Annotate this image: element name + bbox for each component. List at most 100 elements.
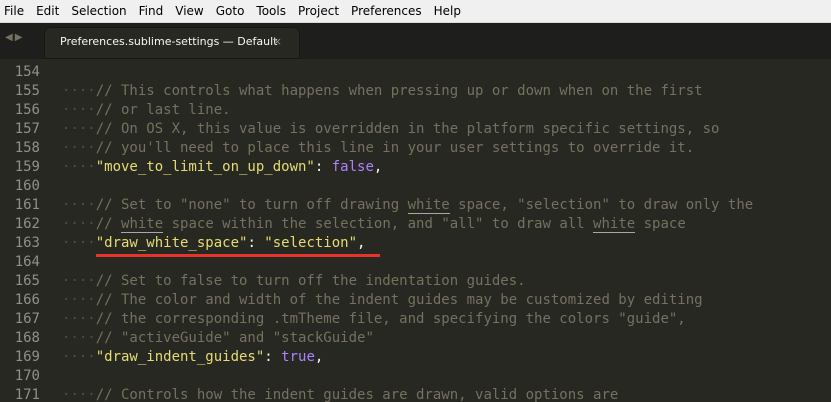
line-number: 154 <box>14 64 40 80</box>
menu-tools[interactable]: Tools <box>250 0 292 22</box>
menu-selection[interactable]: Selection <box>65 0 132 22</box>
line-content: ····// you'll need to place this line in… <box>62 139 694 158</box>
comment-text: space within the selection, and "all" to… <box>163 216 594 232</box>
comment-text: space, "selection" to draw only the <box>449 197 754 213</box>
tab-nav-arrows[interactable]: ◀▶ <box>5 32 24 43</box>
code-line[interactable]: 168 ····// "activeGuide" and "stackGuide" <box>0 329 831 348</box>
punctuation: : <box>314 159 332 175</box>
line-content: ····// Set to "none" to turn off drawing… <box>62 196 753 215</box>
code-line[interactable]: 169 ····"draw_indent_guides": true, <box>0 348 831 367</box>
boolean-literal: false <box>331 159 374 175</box>
line-number: 163 <box>14 235 40 251</box>
code-line[interactable]: 164 <box>0 253 831 272</box>
tab-bar: ◀▶ Preferences.sublime-settings — Defaul… <box>0 23 831 59</box>
line-number: 168 <box>14 330 40 346</box>
line-content: ····"move_to_limit_on_up_down": false, <box>62 158 382 177</box>
code-line[interactable]: 171 ····// Controls how the indent guides… <box>0 386 831 402</box>
indent-dots: ···· <box>62 349 96 365</box>
comment-text: // The color and width of the indent gui… <box>95 292 703 308</box>
menu-preferences[interactable]: Preferences <box>345 0 428 22</box>
string-literal: "draw_indent_guides" <box>95 349 265 365</box>
code-line[interactable]: 165 ····// Set to false to turn off the i… <box>0 272 831 291</box>
line-content: ····// or last line. <box>62 101 231 120</box>
line-number: 169 <box>14 349 40 365</box>
code-line[interactable]: 166 ····// The color and width of the ind… <box>0 291 831 310</box>
menu-edit[interactable]: Edit <box>30 0 65 22</box>
punctuation: , <box>314 349 324 365</box>
indent-dots: ···· <box>62 235 96 251</box>
indent-dots: ···· <box>62 273 96 289</box>
menu-view[interactable]: View <box>169 0 209 22</box>
comment-text: // Set to false to turn off the indentat… <box>95 273 526 289</box>
code-line[interactable]: 158 ····// you'll need to place this line… <box>0 139 831 158</box>
indent-dots: ···· <box>62 121 96 137</box>
menu-bar: File Edit Selection Find View Goto Tools Projec… <box>0 0 831 23</box>
comment-text: // or last line. <box>95 102 231 118</box>
line-number: 171 <box>14 387 40 402</box>
line-number: 155 <box>14 83 40 99</box>
code-line[interactable]: 161 ····// Set to "none" to turn off draw… <box>0 196 831 215</box>
indent-dots: ···· <box>62 102 96 118</box>
forward-arrow-icon[interactable]: ▶ <box>15 32 25 43</box>
back-arrow-icon[interactable]: ◀ <box>5 32 15 43</box>
comment-highlighted-word: white <box>407 197 450 214</box>
line-number: 157 <box>14 121 40 137</box>
menu-help[interactable]: Help <box>428 0 467 22</box>
indent-dots: ···· <box>62 83 96 99</box>
line-content: ····// white space within the selection,… <box>62 215 686 234</box>
comment-highlighted-word: white <box>121 216 164 233</box>
code-line[interactable]: 160 <box>0 177 831 196</box>
code-line[interactable]: 162 ····// white space within the selecti… <box>0 215 831 234</box>
line-content: ····// Set to false to turn off the inde… <box>62 272 526 291</box>
comment-text: // Set to "none" to turn off drawing <box>95 197 408 213</box>
punctuation: : <box>264 349 282 365</box>
line-number: 165 <box>14 273 40 289</box>
comment-text: // "activeGuide" and "stackGuide" <box>95 330 374 346</box>
line-number: 166 <box>14 292 40 308</box>
comment-text: // <box>95 216 122 232</box>
line-content: ····"draw_white_space": "selection", <box>62 234 365 253</box>
tab-preferences-default[interactable]: Preferences.sublime-settings — Default × <box>44 27 300 59</box>
line-number: 164 <box>14 254 40 270</box>
indent-dots: ···· <box>62 159 96 175</box>
indent-dots: ···· <box>62 330 96 346</box>
line-number: 156 <box>14 102 40 118</box>
indent-dots: ···· <box>62 387 96 402</box>
line-number: 161 <box>14 197 40 213</box>
line-number: 167 <box>14 311 40 327</box>
line-content: ····// "activeGuide" and "stackGuide" <box>62 329 374 348</box>
code-line[interactable]: 155 ····// This controls what happens whe… <box>0 82 831 101</box>
menu-file[interactable]: File <box>0 0 30 22</box>
code-line[interactable]: 167 ····// the corresponding .tmTheme fil… <box>0 310 831 329</box>
string-literal: "move_to_limit_on_up_down" <box>95 159 315 175</box>
close-icon[interactable]: × <box>273 27 282 57</box>
code-line[interactable]: 163 ····"draw_white_space": "selection", <box>0 234 831 253</box>
comment-text: // Controls how the indent guides are dr… <box>95 387 619 402</box>
comment-text: // the corresponding .tmTheme file, and … <box>95 311 686 327</box>
line-content: ····// The color and width of the indent… <box>62 291 703 310</box>
string-literal: "draw_white_space" <box>95 235 248 251</box>
indent-dots: ···· <box>62 216 96 232</box>
string-literal: "selection" <box>264 235 358 251</box>
line-content: ····// Controls how the indent guides ar… <box>62 386 618 402</box>
comment-text: // This controls what happens when press… <box>95 83 703 99</box>
punctuation: , <box>357 235 366 251</box>
punctuation: , <box>373 159 383 175</box>
line-content: ····// This controls what happens when p… <box>62 82 703 101</box>
indent-dots: ···· <box>62 197 96 213</box>
line-number: 160 <box>14 178 40 194</box>
code-line[interactable]: 157 ····// On OS X, this value is overrid… <box>0 120 831 139</box>
indent-dots: ···· <box>62 311 96 327</box>
code-line[interactable]: 159 ····"move_to_limit_on_up_down": false… <box>0 158 831 177</box>
menu-find[interactable]: Find <box>133 0 170 22</box>
comment-highlighted-word: white <box>593 216 636 233</box>
code-editor[interactable]: 154 155 ····// This controls what happens … <box>0 59 831 402</box>
code-line[interactable]: 170 <box>0 367 831 386</box>
menu-goto[interactable]: Goto <box>210 0 251 22</box>
code-line[interactable]: 156 ····// or last line. <box>0 101 831 120</box>
menu-project[interactable]: Project <box>292 0 345 22</box>
punctuation: : <box>247 235 265 251</box>
indent-dots: ···· <box>62 292 96 308</box>
code-line[interactable]: 154 <box>0 63 831 82</box>
line-number: 159 <box>14 159 40 175</box>
